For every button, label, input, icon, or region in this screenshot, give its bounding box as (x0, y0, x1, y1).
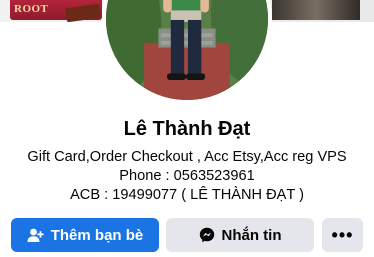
message-label: Nhắn tin (221, 226, 282, 244)
profile-name: Lê Thành Đạt (123, 118, 251, 140)
cover-root-label: ROOT (14, 3, 49, 15)
avatar-photo (106, 0, 268, 100)
add-friend-icon (27, 228, 44, 243)
more-options-button[interactable]: ••• (322, 218, 363, 252)
profile-bio: Gift Card,Order Checkout , Acc Etsy,Acc … (0, 148, 374, 205)
messenger-icon (199, 227, 215, 243)
cover-photo-left-segment: ROOT (10, 0, 102, 22)
cover-photo-right-segment (272, 0, 360, 20)
bio-line-bank: ACB : 19499077 ( LÊ THÀNH ĐẠT ) (70, 187, 304, 203)
more-dots-icon: ••• (331, 225, 354, 245)
profile-avatar[interactable] (102, 0, 272, 104)
bio-line-phone: Phone : 0563523961 (119, 168, 255, 184)
message-button[interactable]: Nhắn tin (166, 218, 314, 252)
bio-line-services: Gift Card,Order Checkout , Acc Etsy,Acc … (27, 149, 347, 165)
add-friend-label: Thêm bạn bè (50, 226, 144, 244)
add-friend-button[interactable]: Thêm bạn bè (11, 218, 159, 252)
cover-tag-shape (65, 3, 101, 22)
